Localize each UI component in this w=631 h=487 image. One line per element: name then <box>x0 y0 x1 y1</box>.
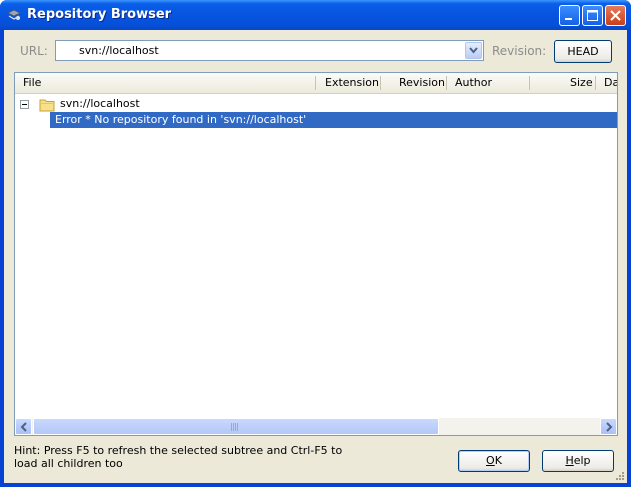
column-header-revision[interactable]: Revision <box>399 73 447 93</box>
url-value[interactable]: svn://localhost <box>79 44 159 57</box>
repository-browser-window: Repository Browser URL: svn://localhost … <box>0 0 631 487</box>
resize-grip-icon[interactable] <box>615 471 625 481</box>
scroll-left-button[interactable] <box>15 418 32 435</box>
dialog-client-area: URL: svn://localhost Revision: HEAD File… <box>4 30 627 483</box>
column-header-date[interactable]: Da <box>604 73 617 93</box>
scroll-right-button[interactable] <box>600 418 617 435</box>
url-label: URL: <box>20 44 48 58</box>
app-icon <box>7 9 21 20</box>
horizontal-scrollbar[interactable] <box>15 418 617 435</box>
ok-button[interactable]: OK <box>458 450 530 472</box>
column-header-author[interactable]: Author <box>455 73 515 93</box>
repository-list-view[interactable]: File Extension Revision Author Size Da s… <box>14 72 618 436</box>
error-message: Error * No repository found in 'svn://lo… <box>55 113 307 126</box>
collapse-icon[interactable] <box>20 100 29 109</box>
close-button[interactable] <box>605 5 626 26</box>
chevron-down-icon <box>469 47 478 54</box>
arrow-left-icon <box>20 422 27 432</box>
column-divider[interactable] <box>446 76 447 90</box>
help-mnemonic: H <box>565 454 574 467</box>
help-label-rest: elp <box>573 454 591 467</box>
maximize-icon <box>587 10 598 21</box>
title-bar[interactable]: Repository Browser <box>0 0 631 30</box>
help-button[interactable]: Help <box>542 450 614 472</box>
url-combobox[interactable]: svn://localhost <box>55 40 484 61</box>
column-header-extension[interactable]: Extension <box>325 73 381 93</box>
ok-mnemonic: O <box>486 454 495 467</box>
close-icon <box>610 10 621 21</box>
revision-label: Revision: <box>492 44 547 58</box>
column-divider[interactable] <box>595 76 596 90</box>
column-divider[interactable] <box>315 76 316 90</box>
url-dropdown-button[interactable] <box>465 42 482 59</box>
minimize-button[interactable] <box>559 5 580 26</box>
column-header-size[interactable]: Size <box>570 73 595 93</box>
window-title: Repository Browser <box>27 7 172 22</box>
column-divider[interactable] <box>380 76 381 90</box>
list-item-error[interactable]: Error * No repository found in 'svn://lo… <box>50 112 617 128</box>
tree-item-root[interactable]: svn://localhost <box>60 97 140 110</box>
arrow-right-icon <box>606 422 613 432</box>
revision-head-button[interactable]: HEAD <box>554 40 612 63</box>
column-header-file[interactable]: File <box>23 73 313 93</box>
list-header: File Extension Revision Author Size Da <box>15 73 617 94</box>
maximize-button[interactable] <box>582 5 603 26</box>
hint-text: Hint: Press F5 to refresh the selected s… <box>14 444 343 470</box>
scrollbar-grip <box>231 423 239 431</box>
scrollbar-thumb[interactable] <box>33 418 439 435</box>
ok-label-rest: K <box>494 454 502 467</box>
folder-icon <box>39 99 55 112</box>
column-divider[interactable] <box>529 76 530 90</box>
minimize-icon <box>565 18 572 20</box>
